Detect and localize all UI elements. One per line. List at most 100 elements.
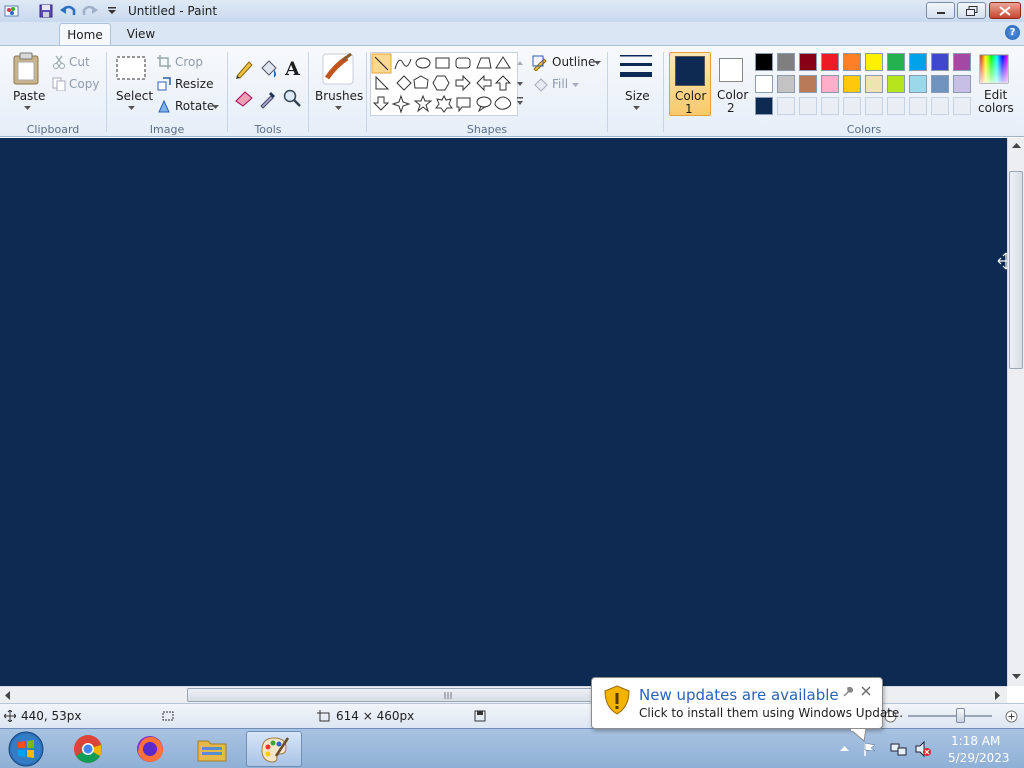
empty-color-slot[interactable] — [953, 97, 971, 115]
help-icon[interactable]: ? — [1005, 25, 1020, 40]
color2-button[interactable]: Color 2 — [714, 52, 750, 116]
taskbar-paint[interactable] — [246, 731, 302, 767]
start-button[interactable] — [6, 730, 46, 768]
empty-color-slot[interactable] — [931, 97, 949, 115]
empty-color-slot[interactable] — [909, 97, 927, 115]
show-hidden-icons-icon[interactable] — [840, 746, 849, 752]
tab-view[interactable]: View — [118, 23, 164, 45]
scroll-up-icon[interactable] — [1012, 142, 1021, 149]
color-swatch[interactable] — [755, 75, 773, 93]
action-center-flag-icon[interactable] — [862, 741, 878, 757]
folder-icon — [197, 740, 227, 762]
wrench-icon[interactable] — [842, 686, 854, 698]
clock-time[interactable]: 1:18 AM — [951, 734, 1000, 748]
empty-color-slot[interactable] — [865, 97, 883, 115]
outline-dropdown[interactable]: Outline — [532, 54, 604, 72]
save-icon[interactable] — [36, 1, 56, 21]
paint-app-icon[interactable] — [2, 1, 22, 21]
empty-color-slot[interactable] — [887, 97, 905, 115]
color-swatch[interactable] — [865, 75, 883, 93]
custom-color-swatch[interactable] — [755, 97, 773, 115]
shapes-gallery[interactable] — [370, 52, 518, 116]
close-icon[interactable] — [861, 686, 871, 696]
pencil-tool[interactable] — [233, 58, 255, 80]
color-swatch[interactable] — [909, 75, 927, 93]
clock-date[interactable]: 5/29/2023 — [948, 751, 1010, 765]
customize-toolbar-icon[interactable] — [102, 1, 122, 21]
color-swatch[interactable] — [887, 75, 905, 93]
drawing-canvas[interactable] — [0, 138, 1007, 686]
image-group-label: Image — [149, 123, 185, 136]
vertical-scroll-thumb[interactable] — [1009, 171, 1023, 369]
color-swatch[interactable] — [843, 75, 861, 93]
taskbar-chrome[interactable] — [60, 731, 116, 767]
color-swatch[interactable] — [953, 53, 971, 71]
color1-button[interactable]: Color 1 — [669, 52, 711, 116]
empty-color-slot[interactable] — [799, 97, 817, 115]
empty-color-slot[interactable] — [843, 97, 861, 115]
scroll-left-icon[interactable] — [4, 691, 11, 700]
brushes-button[interactable]: Brushes — [313, 52, 363, 114]
undo-icon[interactable] — [58, 1, 78, 21]
color-swatch[interactable] — [821, 75, 839, 93]
paste-icon — [13, 52, 39, 85]
text-tool[interactable]: A — [281, 58, 303, 80]
color-swatch[interactable] — [865, 53, 883, 71]
magnifier-tool[interactable] — [281, 87, 303, 109]
empty-color-slot[interactable] — [777, 97, 795, 115]
color-swatch[interactable] — [777, 75, 795, 93]
rotate-button[interactable]: Rotate — [157, 98, 223, 116]
taskbar-firefox[interactable] — [122, 731, 178, 767]
chevron-down-icon — [572, 83, 579, 87]
select-button[interactable]: Select — [115, 54, 153, 114]
resize-button[interactable]: Resize — [157, 76, 217, 94]
shapes-gallery-scroller[interactable] — [514, 52, 526, 116]
taskbar-file-explorer[interactable] — [184, 731, 240, 767]
zoom-in-icon[interactable] — [1005, 710, 1018, 723]
brush-icon — [322, 52, 354, 85]
restore-button[interactable] — [957, 2, 986, 19]
size-button[interactable]: Size — [618, 52, 656, 114]
color-swatch[interactable] — [799, 75, 817, 93]
zoom-slider-thumb[interactable] — [956, 708, 965, 723]
scroll-right-icon[interactable] — [994, 691, 1001, 700]
copy-button[interactable]: Copy — [52, 76, 102, 94]
color-swatch[interactable] — [755, 53, 773, 71]
cut-button[interactable]: Cut — [52, 54, 100, 72]
minimize-button[interactable] — [926, 2, 955, 19]
color-swatch[interactable] — [821, 53, 839, 71]
color-swatch[interactable] — [953, 75, 971, 93]
paint-window: Untitled - Paint Home View ? Paste Cut C… — [0, 0, 1024, 768]
edit-colors-button[interactable]: Edit colors — [976, 52, 1014, 116]
resize-label: Resize — [175, 77, 214, 91]
color-picker-tool[interactable] — [257, 87, 279, 109]
close-button[interactable] — [989, 2, 1021, 19]
vertical-scrollbar[interactable] — [1007, 138, 1024, 686]
color-swatch[interactable] — [843, 53, 861, 71]
color-swatch[interactable] — [931, 53, 949, 71]
color-swatch[interactable] — [909, 53, 927, 71]
chrome-icon — [74, 735, 102, 763]
zoom-slider-track[interactable] — [908, 715, 992, 717]
empty-color-slot[interactable] — [821, 97, 839, 115]
color-swatch[interactable] — [931, 75, 949, 93]
fill-tool[interactable] — [257, 58, 279, 80]
eraser-icon — [235, 91, 253, 107]
color-swatch[interactable] — [887, 53, 905, 71]
scroll-down-icon[interactable] — [1012, 673, 1021, 680]
color-swatch[interactable] — [799, 53, 817, 71]
eraser-tool[interactable] — [233, 87, 255, 109]
fill-dropdown[interactable]: Fill — [532, 76, 592, 94]
minimize-icon — [936, 11, 945, 14]
fill-label: Fill — [552, 77, 569, 91]
crop-button[interactable]: Crop — [157, 54, 217, 72]
brushes-group: Brushes — [309, 46, 365, 138]
network-icon[interactable] — [890, 741, 908, 757]
paste-button[interactable]: Paste — [10, 52, 45, 114]
tab-home[interactable]: Home — [59, 23, 111, 45]
color-swatch[interactable] — [777, 53, 795, 71]
volume-muted-icon[interactable] — [914, 740, 932, 758]
firefox-icon — [137, 736, 163, 762]
update-notification[interactable]: New updates are available Click to insta… — [591, 677, 903, 742]
redo-icon[interactable] — [80, 1, 100, 21]
